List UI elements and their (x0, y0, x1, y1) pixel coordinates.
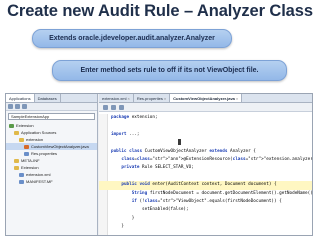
settings-icon[interactable] (22, 104, 27, 109)
code-line: import ...; (111, 131, 140, 137)
tree-item-label: META-INF (21, 158, 40, 163)
tree-item[interactable]: MANIFEST.MF (6, 178, 97, 185)
editor-tab-label: CustomViewObjectAnalyzer.java (173, 95, 235, 101)
tree-item-label: extension.xml (26, 172, 51, 177)
editor-tab[interactable]: extension.xml × (99, 94, 134, 102)
code-line: public class CustomViewObjectAnalyzer ex… (111, 148, 256, 154)
code-line: } (111, 224, 124, 230)
refresh-icon[interactable] (8, 104, 13, 109)
tree-item[interactable]: CustomViewObjectAnalyzer.java (6, 143, 97, 150)
editor-tabs: extension.xml × Res.properties × CustomViewO… (99, 94, 312, 103)
project-icon (9, 123, 14, 128)
tree-item[interactable]: Res.properties (6, 150, 97, 157)
callout-extends: Extends oracle.jdeveloper.audit.analyzer… (32, 29, 232, 48)
code-line: if (!class="str">"ViewObject".equals(fir… (131, 198, 282, 204)
code-line: package extension; (111, 115, 158, 120)
project-tree: Extension Application Sources extension Cus… (6, 122, 97, 185)
editor-tab-label: Res.properties (136, 95, 163, 101)
text-cursor (178, 139, 182, 146)
forward-icon[interactable] (111, 104, 116, 110)
application-navigator: Applications Databases SampleExtensionAp… (6, 94, 98, 235)
tree-item[interactable]: Application Sources (6, 129, 97, 136)
folder-icon (14, 165, 19, 170)
code-area[interactable]: package extension; import ...; public cla… (99, 114, 313, 235)
tab-databases[interactable]: Databases (35, 94, 61, 102)
ide-window: Applications Databases SampleExtensionAp… (5, 93, 313, 236)
code-line: setEnabled(false); (111, 207, 189, 213)
java-icon (24, 144, 29, 149)
tree-item[interactable]: extension.xml (6, 171, 97, 178)
tree-item-label: CustomViewObjectAnalyzer.java (31, 144, 89, 149)
tree-item-label: Extension (16, 123, 34, 128)
folder-icon (19, 137, 24, 142)
file-icon (19, 179, 24, 184)
close-icon[interactable]: × (127, 95, 129, 102)
code-lines: package extension; import ...; public cla… (99, 114, 313, 231)
code-line: private Rule SELECT_STAR_VO; (121, 165, 194, 171)
code-line: public void enter(AuditContext context, … (99, 181, 312, 190)
code-line (99, 139, 312, 147)
navigator-toolbar (6, 103, 97, 111)
xml-icon (19, 172, 24, 177)
tree-item-label: Application Sources (21, 130, 57, 135)
editor-tab-label: extension.xml (102, 95, 127, 101)
code-line: class=class="str">"ann">@ExtensionResour… (121, 156, 313, 162)
tree-item[interactable]: Extension (6, 122, 97, 129)
folder-icon (14, 158, 19, 163)
back-icon[interactable] (103, 104, 108, 110)
application-selector[interactable]: SampleExtensionApp (8, 113, 95, 120)
folder-icon (14, 130, 19, 135)
tree-item[interactable]: Extension (6, 164, 97, 171)
slide-title: Create new Audit Rule – Analyzer Class (7, 2, 313, 20)
callout-extends-text: Extends oracle.jdeveloper.audit.analyzer… (49, 35, 215, 42)
tab-applications[interactable]: Applications (6, 94, 35, 102)
callout-enter-method: Enter method sets rule to off if its not… (52, 60, 287, 81)
tree-item-label: extension (26, 137, 44, 142)
callout-enter-method-text: Enter method sets rule to off if its not… (80, 67, 259, 74)
tree-item-label: Extension (21, 165, 39, 170)
editor-toolbar (99, 103, 312, 112)
code-line: String firstNodeDocument = document.getD… (131, 190, 313, 196)
editor-tab[interactable]: CustomViewObjectAnalyzer.java × (170, 94, 243, 102)
tree-item-label: MANIFEST.MF (26, 179, 53, 184)
tree-item[interactable]: extension (6, 136, 97, 143)
filter-icon[interactable] (15, 104, 20, 109)
navigator-tabs: Applications Databases (6, 94, 97, 103)
file-icon (24, 151, 29, 156)
close-icon[interactable]: × (236, 95, 238, 102)
tree-item-label: Res.properties (31, 151, 58, 156)
close-icon[interactable]: × (164, 95, 166, 102)
code-line: } (111, 215, 135, 221)
code-editor: extension.xml × Res.properties × CustomViewO… (99, 94, 313, 235)
editor-tab[interactable]: Res.properties × (134, 94, 171, 102)
tree-item[interactable]: META-INF (6, 157, 97, 164)
find-icon[interactable] (119, 104, 124, 110)
